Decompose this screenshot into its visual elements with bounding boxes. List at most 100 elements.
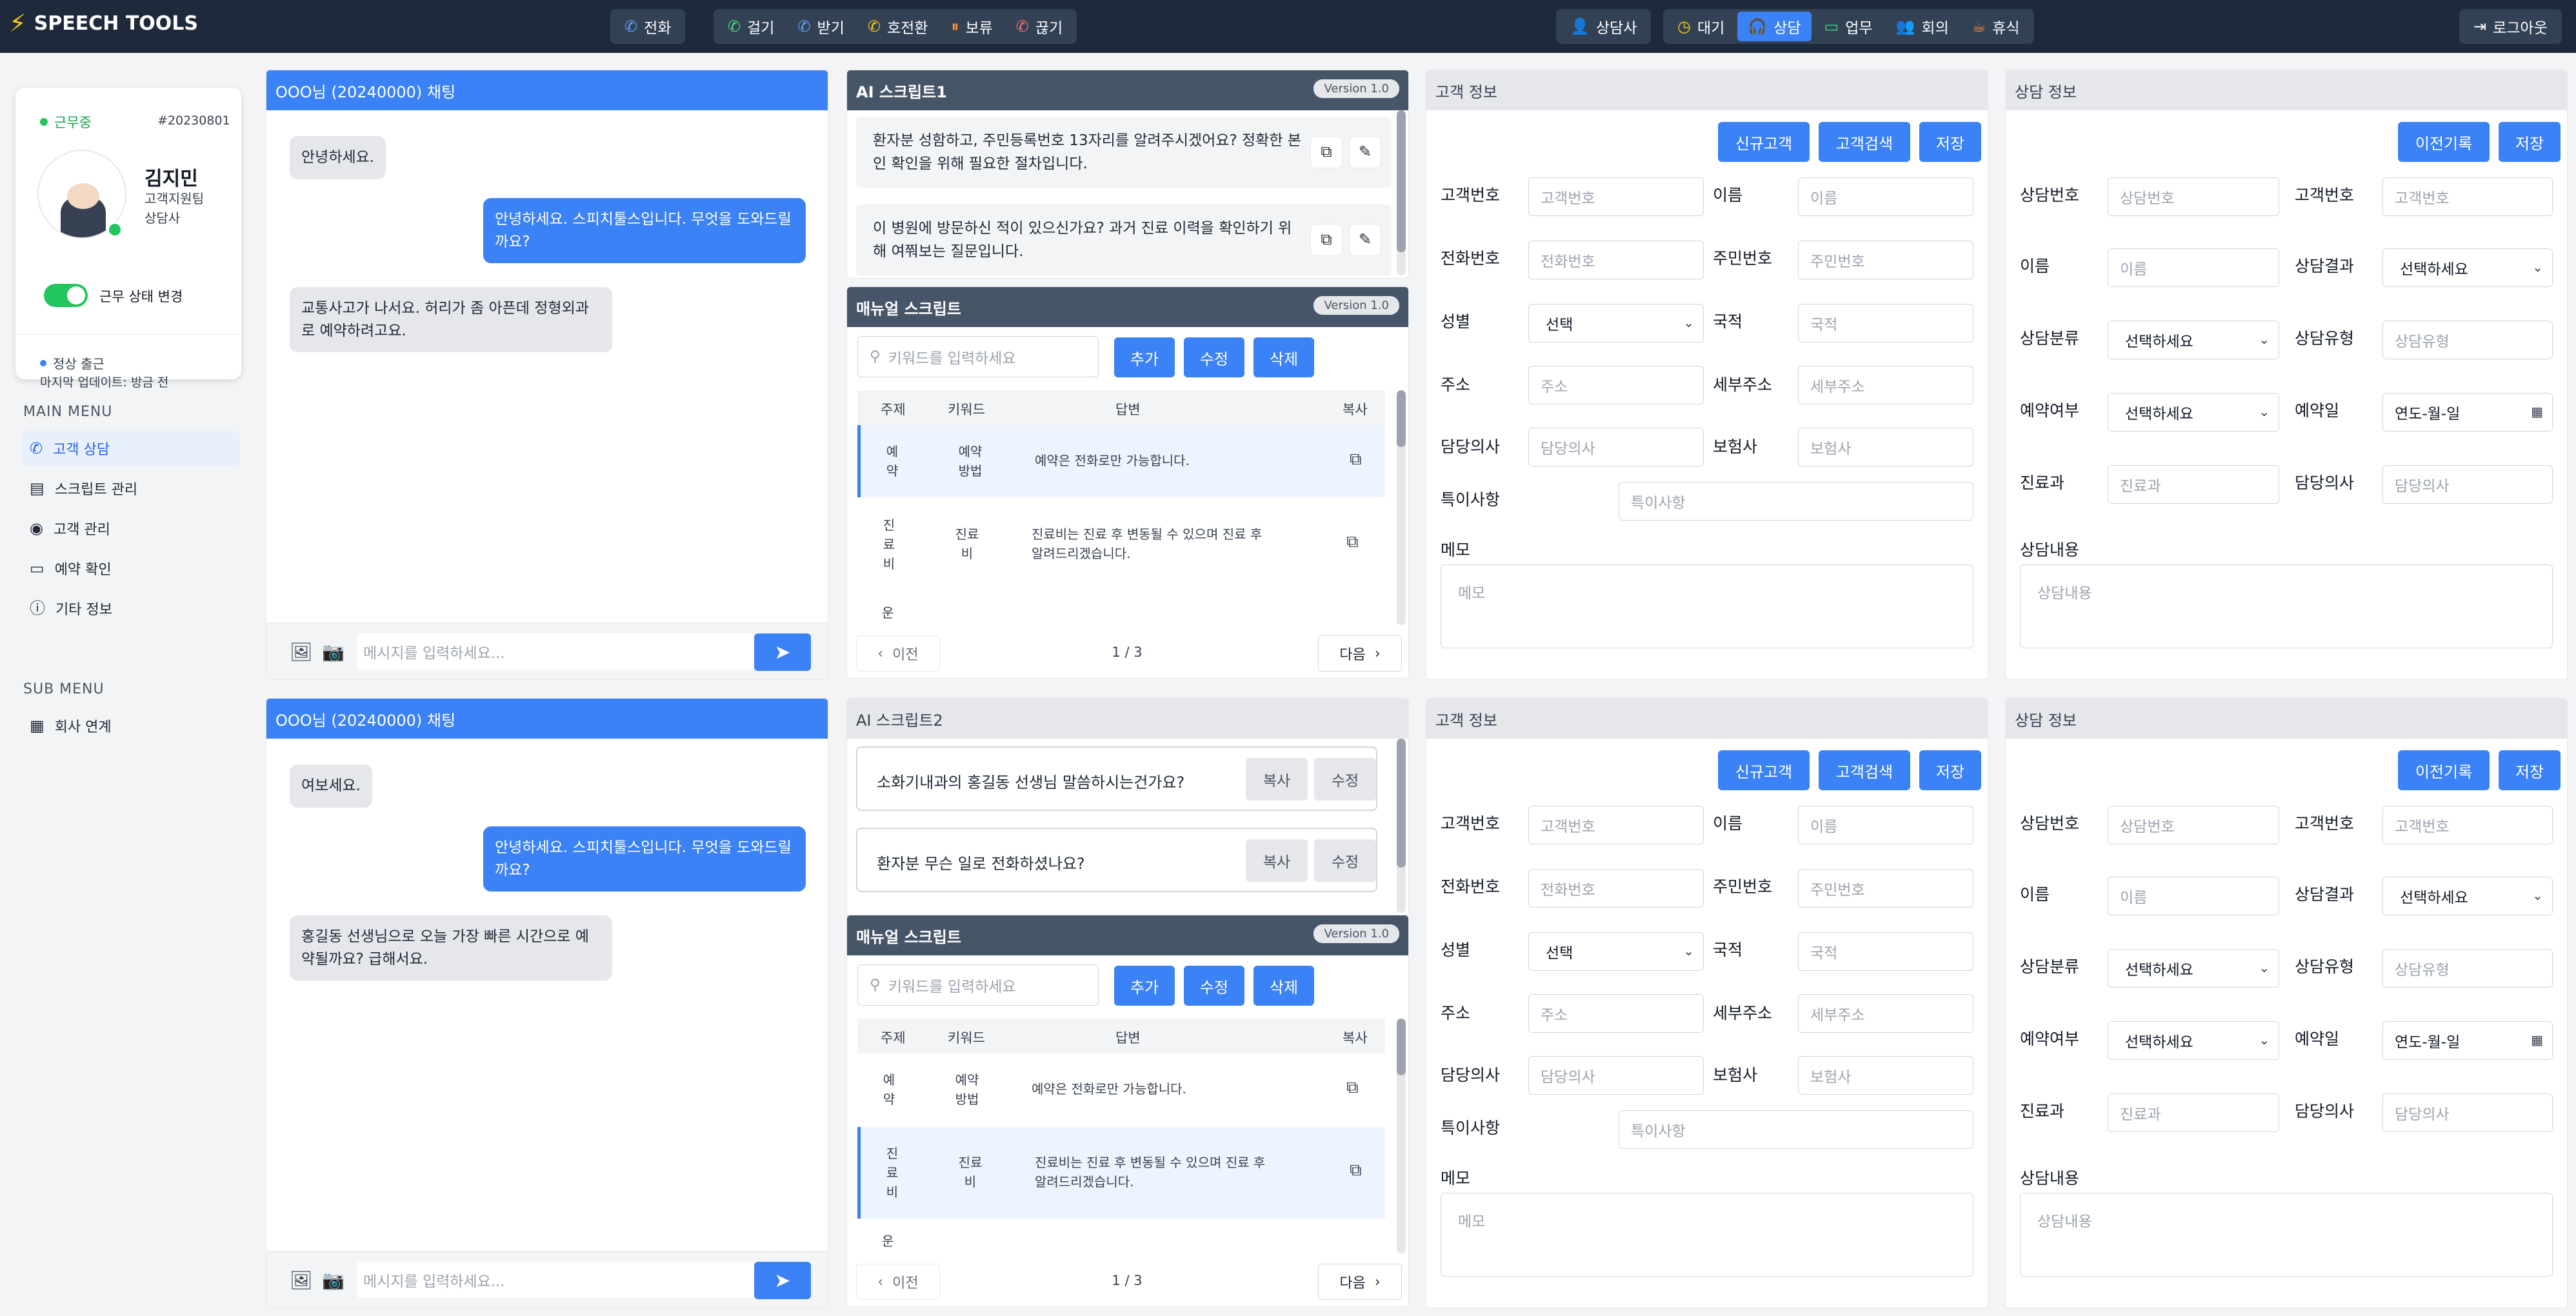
delete-button[interactable]: 삭제 [1253,966,1314,1006]
customer-no-input[interactable]: 고객번호 [2382,806,2553,844]
work-status-toggle[interactable] [44,284,88,307]
consult-no-input[interactable]: 상담번호 [2108,806,2279,844]
save-button[interactable]: 저장 [2499,122,2561,162]
camera-icon[interactable]: 📷 [322,641,344,663]
new-customer-button[interactable]: 신규고객 [1718,122,1810,162]
prev-page-button[interactable]: ‹ 이전 [856,635,940,672]
save-button[interactable]: 저장 [2499,750,2561,790]
chat-message-input[interactable]: 메시지를 입력하세요... [357,633,755,670]
customer-no-input[interactable]: 고객번호 [2382,177,2553,216]
name-input[interactable]: 이름 [1798,177,1973,216]
scrollbar[interactable] [1397,390,1406,625]
agent-button[interactable]: 👤 상담사 [1560,12,1647,41]
insurer-input[interactable]: 보험사 [1798,1056,1973,1095]
table-row[interactable]: 운 [857,1231,1385,1251]
copy-icon[interactable]: ⧉ [1346,532,1359,552]
receive-button[interactable]: ✆ 받기 [787,12,854,41]
resident-no-input[interactable]: 주민번호 [1798,241,1973,279]
prev-page-button[interactable]: ‹ 이전 [856,1264,940,1300]
app-logo[interactable]: ⚡ SPEECH TOOLS [9,9,198,37]
phone-input[interactable]: 전화번호 [1528,869,1704,908]
customer-no-input[interactable]: 고객번호 [1528,806,1704,844]
reservation-date-input[interactable]: 연도-월-일 ▦ [2382,1021,2553,1060]
sidebar-item-reservation[interactable]: ▭ 예약 확인 [22,551,240,586]
consult-category-select[interactable]: 선택하세요 ⌄ [2108,949,2279,988]
table-row[interactable]: 예 약 예약 방법 예약은 전화로만 가능합니다. ⧉ [857,425,1385,497]
memo-textarea[interactable]: 메모 [1441,1193,1973,1277]
add-button[interactable]: 추가 [1114,337,1175,377]
edit-button[interactable]: 수정 [1184,337,1244,377]
gender-select[interactable]: 선택 ⌄ [1528,304,1704,343]
doctor-input[interactable]: 담당의사 [2382,465,2553,504]
customer-search-button[interactable]: 고객검색 [1819,122,1910,162]
copy-button[interactable]: 복사 [1246,839,1308,882]
address-detail-input[interactable]: 세부주소 [1798,994,1973,1033]
status-consult-button[interactable]: 🎧 상담 [1737,12,1812,41]
insurer-input[interactable]: 보험사 [1798,428,1973,466]
status-rest-button[interactable]: ☕ 휴식 [1962,12,2030,41]
hangup-button[interactable]: ✆ 끊기 [1006,12,1073,41]
add-button[interactable]: 추가 [1114,966,1175,1006]
transfer-button[interactable]: ✆ 호전환 [857,12,939,41]
doctor-input[interactable]: 담당의사 [2382,1093,2553,1132]
sidebar-item-script-management[interactable]: ▤ 스크립트 관리 [22,471,240,506]
sidebar-item-customer-consult[interactable]: ✆ 고객 상담 [22,431,240,466]
doctor-input[interactable]: 담당의사 [1528,428,1704,466]
call-button[interactable]: ✆ 전화 [614,12,681,41]
reservation-select[interactable]: 선택하세요 ⌄ [2108,393,2279,432]
new-customer-button[interactable]: 신규고객 [1718,750,1810,790]
pencil-icon[interactable]: ✎ [1349,136,1381,168]
next-page-button[interactable]: 다음 › [1318,635,1402,672]
sidebar-item-customer-management[interactable]: ◉ 고객 관리 [22,511,240,546]
chat-message-input[interactable]: 메시지를 입력하세요... [357,1262,755,1298]
name-input[interactable]: 이름 [2108,248,2279,287]
sidebar-item-company-link[interactable]: ▦ 회사 연계 [22,708,240,743]
address-input[interactable]: 주소 [1528,994,1704,1033]
gender-select[interactable]: 선택 ⌄ [1528,932,1704,971]
address-detail-input[interactable]: 세부주소 [1798,366,1973,404]
memo-textarea[interactable]: 메모 [1441,564,1973,648]
consult-result-select[interactable]: 선택하세요 ⌄ [2382,877,2553,915]
edit-button[interactable]: 수정 [1184,966,1244,1006]
resident-no-input[interactable]: 주민번호 [1798,869,1973,908]
copy-icon[interactable]: ⧉ [1350,450,1362,470]
consult-content-textarea[interactable]: 상담내용 [2020,1193,2553,1277]
image-icon[interactable]: 🖼 [290,641,313,663]
notes-input[interactable]: 특이사항 [1619,482,1973,521]
scrollbar[interactable] [1397,110,1406,275]
table-row[interactable]: 운 [857,603,1385,623]
logout-button[interactable]: ⇥ 로그아웃 [2463,12,2558,41]
send-button[interactable]: ➤ [754,633,811,671]
edit-button[interactable]: 수정 [1314,839,1376,882]
table-row[interactable]: 예 약 예약 방법 예약은 전화로만 가능합니다. ⧉ [857,1053,1385,1126]
consult-result-select[interactable]: 선택하세요 ⌄ [2382,248,2553,287]
reservation-date-input[interactable]: 연도-월-일 ▦ [2382,393,2553,432]
copy-icon[interactable]: ⧉ [1350,1161,1362,1181]
consult-category-select[interactable]: 선택하세요 ⌄ [2108,321,2279,359]
next-page-button[interactable]: 다음 › [1318,1264,1402,1300]
keyword-search-input[interactable]: ⚲ 키워드를 입력하세요 [857,336,1099,377]
pencil-icon[interactable]: ✎ [1349,224,1381,256]
department-input[interactable]: 진료과 [2108,465,2279,504]
sidebar-item-etc-info[interactable]: ⓘ 기타 정보 [22,591,240,626]
customer-no-input[interactable]: 고객번호 [1528,177,1704,216]
delete-button[interactable]: 삭제 [1253,337,1314,377]
notes-input[interactable]: 특이사항 [1619,1110,1973,1149]
status-work-button[interactable]: ▭ 업무 [1814,12,1883,41]
hold-button[interactable]: ⏸ 보류 [941,12,1003,41]
phone-input[interactable]: 전화번호 [1528,241,1704,279]
scrollbar[interactable] [1397,739,1406,913]
table-row[interactable]: 진 료 비 진료 비 진료비는 진료 후 변동될 수 있으며 진료 후 알려드리… [857,1127,1385,1219]
camera-icon[interactable]: 📷 [322,1270,344,1291]
consult-content-textarea[interactable]: 상담내용 [2020,564,2553,648]
department-input[interactable]: 진료과 [2108,1093,2279,1132]
send-button[interactable]: ➤ [754,1262,811,1299]
status-meeting-button[interactable]: 👥 회의 [1886,12,1959,41]
nationality-input[interactable]: 국적 [1798,932,1973,971]
customer-search-button[interactable]: 고객검색 [1819,750,1910,790]
address-input[interactable]: 주소 [1528,366,1704,404]
status-wait-button[interactable]: ◷ 대기 [1667,12,1735,41]
image-icon[interactable]: 🖼 [290,1270,313,1291]
scrollbar[interactable] [1397,1019,1406,1253]
save-button[interactable]: 저장 [1919,122,1981,162]
